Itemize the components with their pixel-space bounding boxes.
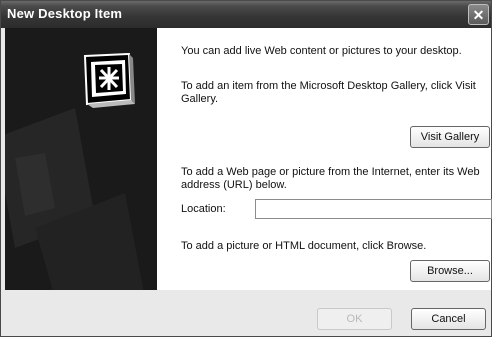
visit-gallery-button[interactable]: Visit Gallery	[410, 126, 490, 148]
new-desktop-item-dialog: New Desktop Item ✕ You can add live Web …	[0, 0, 492, 337]
web-instruction-line-1: To add a Web page or picture from the In…	[181, 166, 480, 178]
close-icon: ✕	[472, 7, 485, 23]
ok-button[interactable]: OK	[317, 308, 392, 330]
decorative-side-panel	[5, 28, 157, 290]
gallery-instruction-line-2: Gallery.	[181, 93, 219, 105]
dialog-footer: OK Cancel	[1, 290, 491, 336]
desktop-item-icon	[83, 52, 135, 108]
cancel-button[interactable]: Cancel	[411, 308, 486, 330]
content-area: You can add live Web content or pictures…	[157, 28, 492, 290]
windows-watermark-icon	[5, 108, 144, 290]
dialog-title: New Desktop Item	[7, 6, 123, 21]
close-button[interactable]: ✕	[468, 4, 489, 25]
web-instruction-line-2: address (URL) below.	[181, 179, 287, 191]
location-label: Location:	[181, 203, 226, 215]
location-input[interactable]	[255, 199, 492, 219]
browse-instruction: To add a picture or HTML document, click…	[181, 240, 427, 252]
title-bar[interactable]: New Desktop Item ✕	[1, 1, 491, 28]
intro-text: You can add live Web content or pictures…	[181, 45, 462, 57]
gallery-instruction-line-1: To add an item from the Microsoft Deskto…	[181, 80, 476, 92]
browse-button[interactable]: Browse...	[410, 260, 490, 282]
